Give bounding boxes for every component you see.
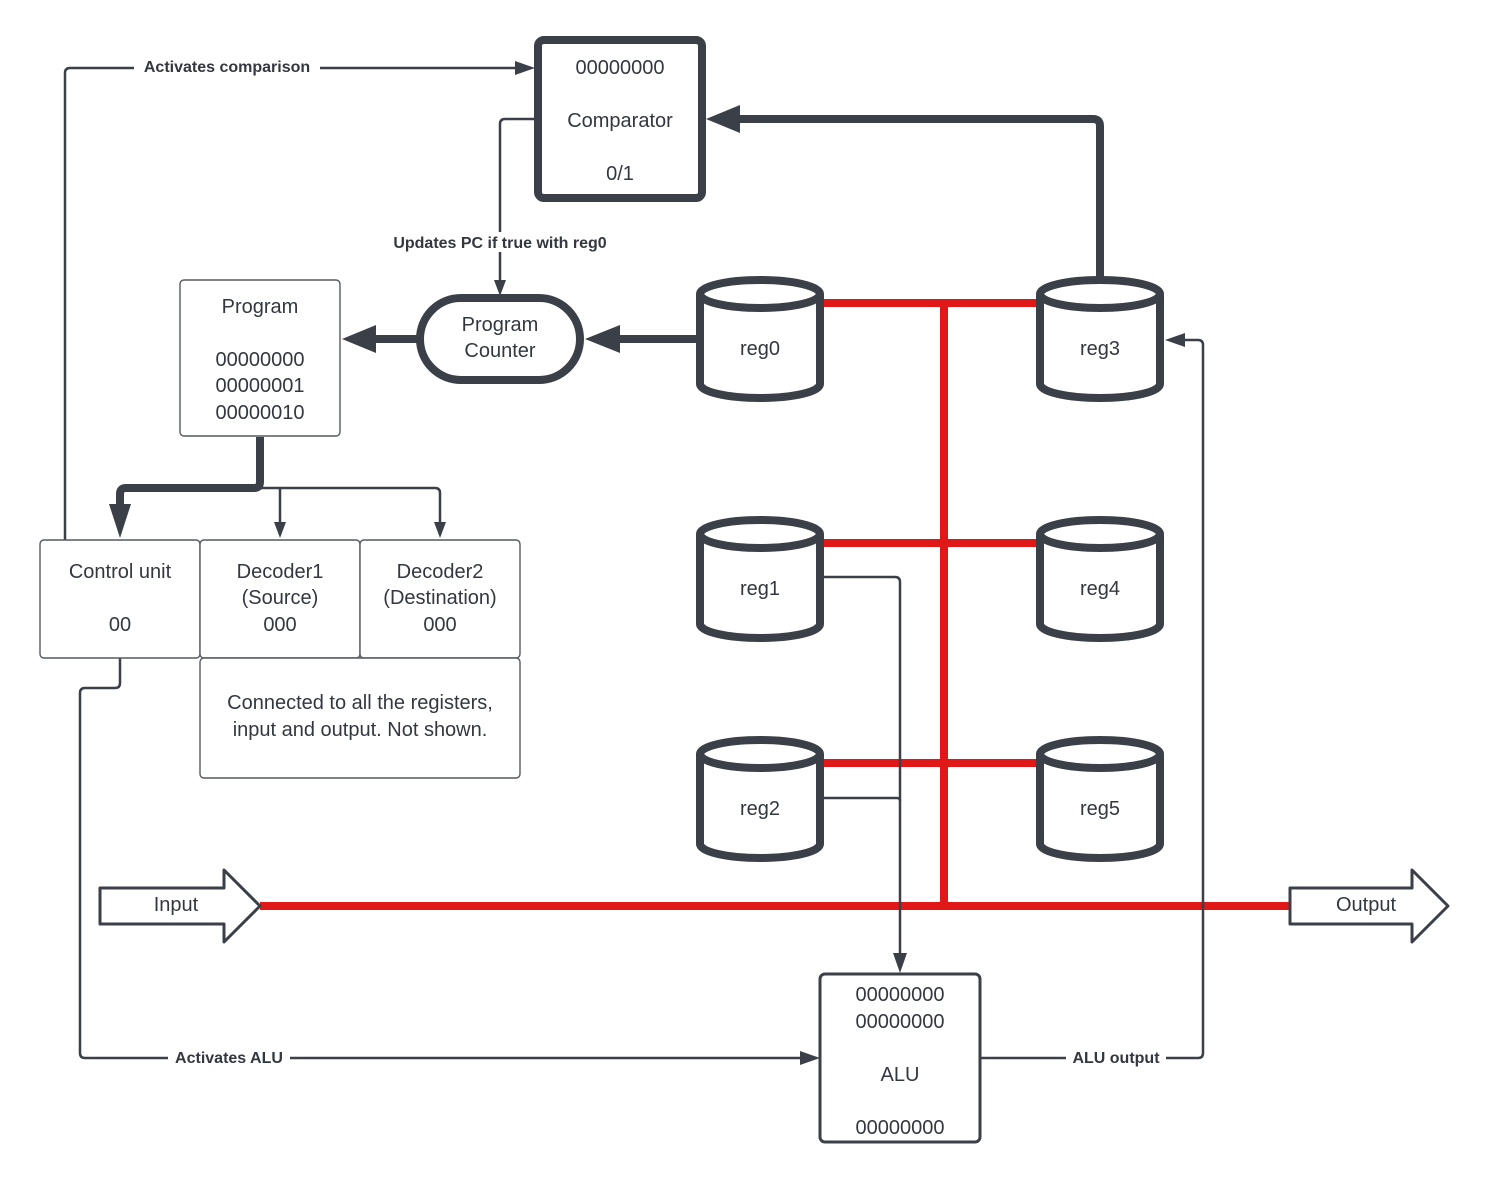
label-alu-output: ALU output xyxy=(1066,1047,1166,1067)
edge-reg2-to-alu xyxy=(822,796,902,802)
register-reg1[interactable]: reg1 xyxy=(696,516,824,642)
decoder-note: Connected to all the registers, input an… xyxy=(199,657,521,779)
decoder2-value: 000 xyxy=(423,614,456,636)
edge-program-to-control-unit xyxy=(116,437,264,508)
decoder1-node[interactable]: Decoder1 (Source) 000 xyxy=(199,539,361,659)
register-reg3[interactable]: reg3 xyxy=(1036,276,1164,402)
arrow-into-decoder1 xyxy=(274,522,286,538)
label-alu-output-text: ALU output xyxy=(1072,1050,1160,1067)
register-label: reg1 xyxy=(740,578,780,600)
output-node[interactable]: Output xyxy=(1288,868,1450,944)
edge-reg1-to-alu xyxy=(822,575,902,958)
program-instruction: 00000000 xyxy=(216,349,305,371)
input-label: Input xyxy=(154,894,199,916)
edge-program-to-decoders xyxy=(260,486,442,524)
edge-reg3-to-comparator xyxy=(735,115,1104,280)
note-line1: Connected to all the registers, xyxy=(227,692,493,714)
register-reg4[interactable]: reg4 xyxy=(1036,516,1164,642)
program-counter-node[interactable]: Program Counter xyxy=(416,294,584,384)
register-label: reg5 xyxy=(1080,798,1120,820)
control-unit-title: Control unit xyxy=(69,561,172,583)
label-updates-pc: Updates PC if true with reg0 xyxy=(380,232,620,252)
note-line2: input and output. Not shown. xyxy=(233,719,488,741)
input-node[interactable]: Input xyxy=(98,868,262,944)
alu-node[interactable]: 00000000 00000000 ALU 00000000 xyxy=(818,972,982,1144)
alu-result: 00000000 xyxy=(856,1117,945,1139)
alu-operand-b: 00000000 xyxy=(856,1011,945,1033)
label-activates-alu-text: Activates ALU xyxy=(175,1050,283,1067)
decoder1-subtitle: (Source) xyxy=(242,587,319,609)
label-activates-comparison-text: Activates comparison xyxy=(144,59,310,76)
comparator-title: Comparator xyxy=(567,110,673,132)
cpu-architecture-diagram: Activates comparison Updates PC if true … xyxy=(39,36,1450,1144)
edge-alu-output xyxy=(980,338,1205,1060)
arrow-into-comparator-right xyxy=(706,105,740,133)
register-label: reg0 xyxy=(740,338,780,360)
arrow-into-comparator xyxy=(515,61,535,75)
register-reg5[interactable]: reg5 xyxy=(1036,736,1164,862)
program-instruction: 00000010 xyxy=(216,402,305,424)
arrow-into-alu-left xyxy=(800,1051,820,1065)
register-label: reg3 xyxy=(1080,338,1120,360)
output-label: Output xyxy=(1336,894,1396,916)
register-reg2[interactable]: reg2 xyxy=(696,736,824,862)
alu-operand-a: 00000000 xyxy=(856,984,945,1006)
decoder2-title: Decoder2 xyxy=(397,561,484,583)
register-label: reg2 xyxy=(740,798,780,820)
program-node[interactable]: Program 00000000 00000001 00000010 xyxy=(179,279,341,437)
comparator-value: 00000000 xyxy=(576,57,665,79)
decoder1-value: 000 xyxy=(263,614,296,636)
comparator-node[interactable]: 00000000 Comparator 0/1 xyxy=(534,36,706,202)
program-counter-label-line2: Counter xyxy=(464,340,535,362)
register-label: reg4 xyxy=(1080,578,1120,600)
program-title: Program xyxy=(222,296,299,318)
arrow-into-pc-right xyxy=(585,325,620,353)
register-reg0[interactable]: reg0 xyxy=(696,276,824,402)
decoder1-title: Decoder1 xyxy=(237,561,324,583)
control-unit-value: 00 xyxy=(109,614,131,636)
label-activates-alu: Activates ALU xyxy=(168,1047,290,1067)
arrow-into-alu-top xyxy=(893,953,907,973)
comparator-result: 0/1 xyxy=(606,163,634,185)
label-updates-pc-text: Updates PC if true with reg0 xyxy=(393,235,606,252)
arrow-into-control-unit xyxy=(109,504,131,538)
arrow-into-decoder2 xyxy=(434,522,446,538)
decoder2-node[interactable]: Decoder2 (Destination) 000 xyxy=(359,539,521,659)
arrow-into-reg3 xyxy=(1165,333,1185,347)
label-activates-comparison: Activates comparison xyxy=(134,57,320,77)
alu-title: ALU xyxy=(881,1064,920,1086)
program-counter-label-line1: Program xyxy=(462,314,539,336)
arrow-into-program xyxy=(342,325,376,353)
control-unit-node[interactable]: Control unit 00 xyxy=(39,539,201,659)
edge-updates-pc xyxy=(498,117,538,282)
decoder2-subtitle: (Destination) xyxy=(383,587,496,609)
program-instruction: 00000001 xyxy=(216,375,305,397)
arrow-into-program-counter xyxy=(494,280,506,296)
